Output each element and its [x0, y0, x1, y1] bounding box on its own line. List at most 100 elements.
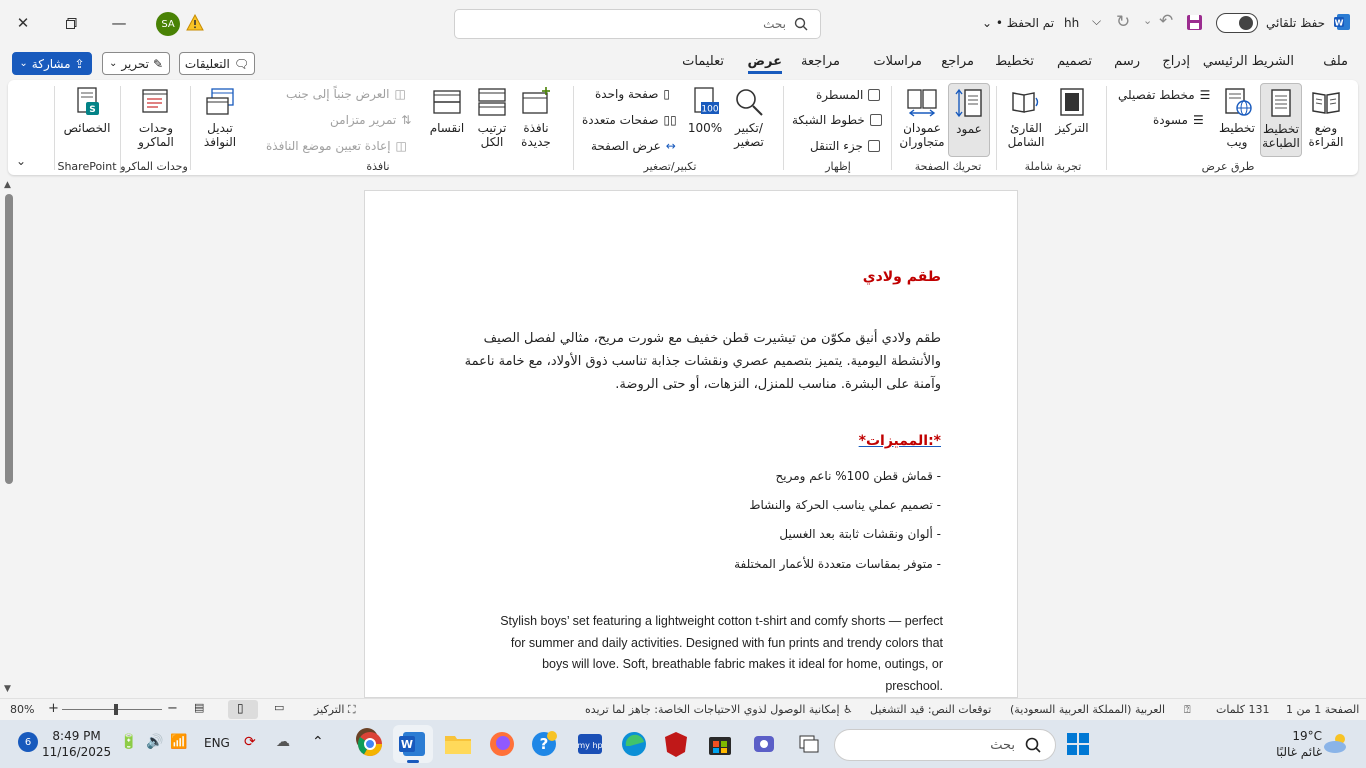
word-count[interactable]: 131 كلمات: [1216, 703, 1269, 716]
undo-icon[interactable]: ↶: [1159, 11, 1173, 31]
chevron-up-icon[interactable]: ⌃: [312, 734, 324, 750]
accessibility-status[interactable]: ♿ إمكانية الوصول لذوي الاحتياجات الخاصة:…: [585, 703, 853, 716]
web-layout-button[interactable]: تخطيط ويب: [1216, 86, 1258, 149]
read-view-icon[interactable]: ▭: [274, 701, 284, 714]
draft-button[interactable]: ☰ مسودة: [1153, 113, 1204, 127]
print-view-button[interactable]: ▯: [228, 700, 258, 719]
scroll-up-arrow[interactable]: ▲: [4, 180, 11, 190]
weather-widget[interactable]: 19°C غائم غالبًا: [1262, 728, 1322, 760]
tab-mailings[interactable]: مراسلات: [873, 54, 922, 69]
zoom-slider-track[interactable]: [62, 709, 162, 710]
tab-home[interactable]: الشريط الرئيسي: [1203, 54, 1294, 69]
page-number[interactable]: الصفحة 1 من 1: [1286, 703, 1359, 716]
share-button[interactable]: ⌄ مشاركة ⇪: [12, 52, 92, 75]
vertical-scrollbar-thumb[interactable]: [5, 194, 13, 484]
nav-pane-checkbox[interactable]: جزء التنقل: [810, 139, 880, 153]
split-label: انقسام: [429, 121, 465, 135]
read-mode-button[interactable]: وضع القراءة: [1304, 86, 1348, 149]
wifi-icon[interactable]: 📶: [170, 734, 187, 750]
editing-button[interactable]: ⌄ تحرير ✎: [102, 52, 170, 75]
proofing-icon[interactable]: ⍰: [1184, 703, 1191, 717]
zoom-percent[interactable]: 80%: [10, 703, 34, 716]
restore-button[interactable]: [48, 0, 94, 46]
weather-desc: غائم غالبًا: [1276, 745, 1322, 759]
properties-button[interactable]: S الخصائص: [64, 86, 110, 135]
sync-scroll-button[interactable]: ⇅ تمرير متزامن: [330, 113, 411, 127]
word-taskbar-icon[interactable]: W: [393, 725, 433, 763]
undo-dropdown-icon[interactable]: ⌄: [1143, 14, 1152, 27]
tab-view[interactable]: عرض: [747, 54, 782, 74]
web-view-icon[interactable]: ▤: [194, 701, 204, 714]
tab-layout[interactable]: تخطيط: [995, 54, 1034, 69]
switch-windows-button[interactable]: تبديل النوافذ: [198, 86, 242, 149]
reset-window-position-button[interactable]: ◫ إعادة تعيين موضع النافذة: [266, 139, 407, 153]
macros-button[interactable]: وحدات الماكرو: [132, 86, 180, 149]
page-width-button[interactable]: ↔ عرض الصفحة: [591, 139, 676, 153]
zoom-button[interactable]: تكبير/ تصغير: [730, 86, 768, 149]
customize-qat-button[interactable]: ⌵: [1092, 14, 1101, 29]
store-icon[interactable]: [704, 728, 736, 760]
taskbar-search[interactable]: بحث: [834, 729, 1056, 761]
collapse-ribbon-button[interactable]: ⌄: [16, 154, 26, 168]
focus-status-button[interactable]: التركيز ⛶: [314, 703, 356, 717]
tab-design[interactable]: تصميم: [1057, 54, 1092, 69]
sync-icon[interactable]: ⟳: [244, 734, 256, 750]
language-status[interactable]: العربية (المملكة العربية السعودية): [1010, 703, 1165, 716]
text-predictions-status[interactable]: توقعات النص: قيد التشغيل: [870, 703, 991, 716]
cloud-off-icon[interactable]: ☁: [276, 734, 290, 750]
mcafee-icon[interactable]: [660, 728, 692, 760]
chrome-icon[interactable]: [354, 728, 386, 760]
warning-icon[interactable]: [186, 13, 204, 34]
search-input[interactable]: بحث: [454, 9, 821, 39]
edge-icon[interactable]: [618, 728, 650, 760]
minimize-button[interactable]: —: [96, 0, 142, 46]
view-side-by-side-button[interactable]: ◫ العرض جنباً إلى جنب: [286, 87, 406, 101]
clock[interactable]: 8:49 PM 11/16/2025: [42, 728, 111, 760]
teams-icon[interactable]: [748, 728, 780, 760]
volume-icon[interactable]: 🔊: [146, 734, 163, 750]
avatar[interactable]: SA: [156, 12, 180, 36]
battery-icon[interactable]: 🔋: [120, 734, 137, 750]
arrange-all-button[interactable]: ترتيب الكل: [472, 86, 512, 149]
tab-help[interactable]: تعليمات: [682, 54, 724, 69]
tab-review[interactable]: مراجعة: [801, 54, 840, 69]
zoom-100-button[interactable]: 100 100%: [686, 86, 724, 135]
tab-references[interactable]: مراجع: [941, 54, 974, 69]
redo-icon[interactable]: ↻: [1116, 12, 1130, 32]
immersive-reader-button[interactable]: القارئ الشامل: [1004, 86, 1048, 149]
help-icon[interactable]: ?: [528, 728, 560, 760]
tab-draw[interactable]: رسم: [1114, 54, 1140, 69]
chevron-down-icon: ⌄: [982, 16, 993, 30]
start-icon[interactable]: [1062, 728, 1094, 760]
close-button[interactable]: ✕: [0, 0, 46, 46]
print-layout-button[interactable]: تخطيط الطباعة: [1260, 83, 1302, 157]
autosave-toggle[interactable]: [1216, 13, 1258, 33]
zoom-in-button[interactable]: +: [48, 701, 59, 716]
side-to-side-button[interactable]: عمودان متجاوران: [898, 86, 946, 149]
firefox-icon[interactable]: [486, 728, 518, 760]
multiple-pages-button[interactable]: ▯▯ صفحات متعددة: [582, 113, 677, 127]
focus-button[interactable]: التركيز: [1052, 86, 1092, 135]
save-icon[interactable]: [1186, 14, 1203, 34]
document-page[interactable]: طقم ولادي طقم ولادي أنيق مكوّن من تيشيرت…: [364, 190, 1018, 698]
doc-title-dropdown[interactable]: ⌄ • تم الحفظ hh: [982, 16, 1079, 30]
zoom-out-button[interactable]: −: [167, 701, 178, 716]
vertical-movement-button[interactable]: عمود: [948, 83, 990, 157]
scroll-down-arrow[interactable]: ▼: [4, 684, 11, 694]
tab-file[interactable]: ملف: [1323, 54, 1348, 69]
outline-label: مخطط تفصيلي: [1118, 88, 1195, 102]
split-button[interactable]: انقسام: [426, 86, 468, 135]
gridlines-checkbox[interactable]: خطوط الشبكة: [792, 113, 882, 127]
one-page-button[interactable]: ▯ صفحة واحدة: [595, 87, 670, 101]
zoom-slider-thumb[interactable]: [114, 704, 118, 715]
tab-insert[interactable]: إدراج: [1162, 54, 1190, 69]
new-window-button[interactable]: نافذة جديدة: [516, 86, 556, 149]
comments-button[interactable]: التعليقات 🗨: [179, 52, 255, 75]
notification-badge[interactable]: 6: [18, 732, 38, 752]
file-explorer-icon[interactable]: [442, 728, 474, 760]
language-indicator[interactable]: ENG: [204, 736, 230, 750]
ruler-checkbox[interactable]: المسطرة: [816, 88, 881, 102]
outline-button[interactable]: ☰ مخطط تفصيلي: [1118, 88, 1210, 102]
hp-app-icon[interactable]: my hp: [574, 728, 606, 760]
task-view-icon[interactable]: [792, 728, 824, 760]
